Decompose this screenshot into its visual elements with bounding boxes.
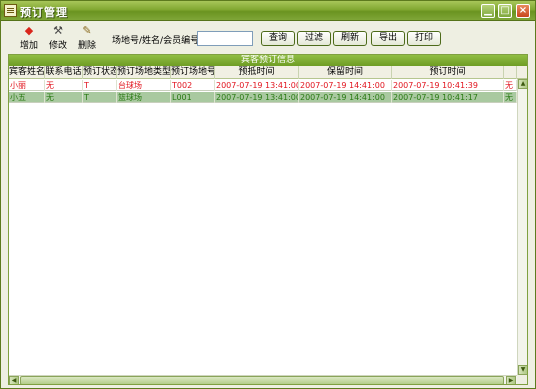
horizontal-scrollbar[interactable]: ◀ ▶ [9,375,517,384]
maximize-button[interactable]: □ [498,4,512,18]
table-cell: T [83,80,117,91]
table-cell: 无 [504,92,517,103]
table-cell: 2007-07-19 14:41:00 [299,80,392,91]
search-label: 场地号/姓名/会员编号： [112,36,209,46]
column-header[interactable]: 预订时间 [392,66,504,79]
vertical-scrollbar[interactable]: ▲ ▼ [517,79,527,375]
table-cell: 小丽 [9,80,45,91]
minimize-button[interactable]: ▁ [481,4,495,18]
query-button[interactable]: 查询 [261,31,295,46]
scroll-left-button[interactable]: ◀ [9,376,19,384]
table-cell: 无 [504,80,517,91]
column-header[interactable] [504,66,517,79]
scroll-down-button[interactable]: ▼ [518,365,527,375]
edit-button[interactable]: ⚒ 修改 [46,24,70,52]
column-header[interactable]: 预抵时间 [215,66,299,79]
grid-caption: 宾客预订信息 [9,55,527,66]
add-button[interactable]: ◆ 增加 [17,24,41,52]
app-icon [4,4,17,17]
horizontal-scroll-thumb[interactable] [20,376,504,384]
column-header[interactable]: 保留时间 [299,66,392,79]
print-button[interactable]: 打印 [407,31,441,46]
edit-label: 修改 [48,41,67,51]
export-button[interactable]: 导出 [371,31,405,46]
refresh-button[interactable]: 刷新 [333,31,367,46]
booking-grid: 宾客预订信息 宾客姓名 联系电话 预订状态 预订场地类型 预订场地号 预抵时间 … [8,54,528,385]
table-cell: T [83,92,117,103]
search-input[interactable] [197,31,253,46]
table-cell: 2007-07-19 10:41:39 [392,80,504,91]
table-cell: 2007-07-19 10:41:17 [392,92,504,103]
table-cell: 2007-07-19 13:41:00 [216,80,299,91]
delete-label: 删除 [77,41,96,51]
table-cell: 2007-07-19 13:41:00 [216,92,299,103]
window-title: 预订管理 [20,6,68,19]
broom-icon: ✎ [82,24,92,37]
filter-button[interactable]: 过滤 [297,31,331,46]
column-header[interactable]: 联系电话 [45,66,83,79]
table-row[interactable]: 小五 无 T 篮球场 L001 2007-07-19 13:41:00 2007… [9,92,517,103]
scroll-right-button[interactable]: ▶ [506,376,516,384]
table-cell: 小五 [9,92,45,103]
column-header[interactable]: 宾客姓名 [9,66,45,79]
grid-header: 宾客姓名 联系电话 预订状态 预订场地类型 预订场地号 预抵时间 保留时间 预订… [9,66,527,79]
column-header[interactable]: 预订场地号 [171,66,215,79]
table-cell: 篮球场 [117,92,171,103]
close-button[interactable]: × [516,4,530,18]
table-cell: T002 [171,80,215,91]
table-cell: 无 [45,92,83,103]
app-window: 预订管理 ▁ □ × ◆ 增加 ⚒ 修改 ✎ 删除 场地号/姓名/会员编号： 查… [0,0,536,389]
table-cell: 2007-07-19 14:41:00 [299,92,392,103]
scroll-up-button[interactable]: ▲ [518,79,527,89]
add-label: 增加 [19,41,38,51]
add-icon: ◆ [24,24,34,37]
column-header[interactable]: 预订状态 [83,66,117,79]
delete-button[interactable]: ✎ 删除 [75,24,99,52]
table-row[interactable]: 小丽 无 T 台球场 T002 2007-07-19 13:41:00 2007… [9,80,517,91]
column-header[interactable]: 预订场地类型 [117,66,171,79]
hammer-icon: ⚒ [53,24,63,37]
scrollbar-corner [517,375,527,384]
table-cell: L001 [171,92,215,103]
title-bar[interactable]: 预订管理 ▁ □ × [1,1,535,21]
table-cell: 台球场 [117,80,171,91]
table-cell: 无 [45,80,83,91]
